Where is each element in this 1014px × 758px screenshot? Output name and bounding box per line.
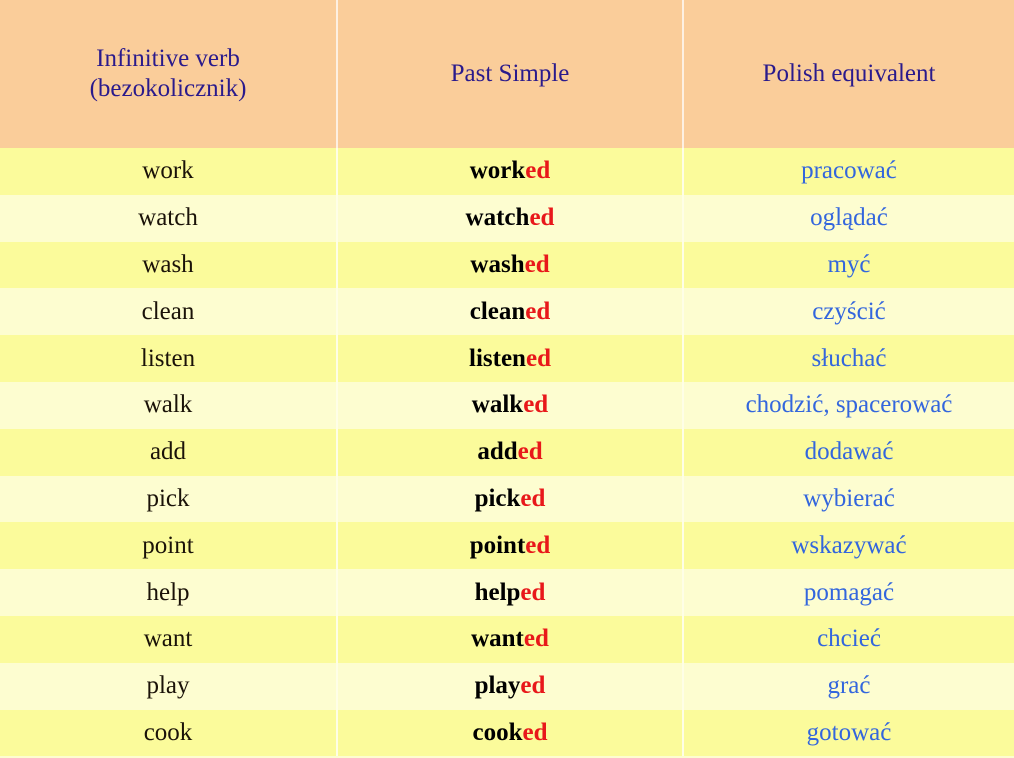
table-row: wash washed myć <box>0 241 1014 289</box>
past-suffix-ed: ed <box>517 438 543 466</box>
past-stem: listen <box>469 344 526 372</box>
cell-infinitive: add <box>0 428 338 476</box>
table-row: point pointed wskazywać <box>0 522 1014 570</box>
cell-polish-equivalent: pracować <box>683 148 1014 195</box>
cell-polish-equivalent: chodzić, spacerować <box>683 381 1014 429</box>
past-stem: work <box>469 157 526 185</box>
cell-infinitive: want <box>0 615 338 663</box>
cell-infinitive: point <box>0 522 338 570</box>
past-stem: clean <box>469 297 526 325</box>
cell-infinitive: walk <box>0 381 338 429</box>
past-stem: wash <box>470 250 525 278</box>
past-suffix-ed: ed <box>523 391 549 419</box>
past-suffix-ed: ed <box>525 344 551 372</box>
table-row: want wanted chcieć <box>0 615 1014 663</box>
table-body: work worked pracować watch watched oglądać was… <box>0 148 1014 757</box>
column-header-polish: Polish equivalent <box>683 0 1014 148</box>
cell-infinitive: clean <box>0 288 338 336</box>
past-stem: walk <box>471 391 524 419</box>
past-stem: add <box>477 438 518 466</box>
past-stem: help <box>474 578 521 606</box>
header-row: Infinitive verb (bezokolicznik) Past Sim… <box>0 0 1014 148</box>
past-suffix-ed: ed <box>524 250 550 278</box>
past-suffix-ed: ed <box>520 672 546 700</box>
table-row: work worked pracować <box>0 148 1014 195</box>
table-row: play played grać <box>0 662 1014 710</box>
table-row: walk walked chodzić, spacerować <box>0 381 1014 429</box>
table-row: cook cooked gotować <box>0 709 1014 757</box>
cell-polish-equivalent: słuchać <box>683 335 1014 382</box>
past-suffix-ed: ed <box>525 297 551 325</box>
cell-polish-equivalent: czyścić <box>683 288 1014 336</box>
cell-polish-equivalent: oglądać <box>683 194 1014 242</box>
cell-infinitive: pick <box>0 475 338 523</box>
cell-polish-equivalent: gotować <box>683 709 1014 757</box>
past-stem: pick <box>474 484 521 512</box>
table-row: add added dodawać <box>0 428 1014 476</box>
past-suffix-ed: ed <box>522 718 548 746</box>
cell-past-simple: pointed <box>337 522 684 570</box>
past-suffix-ed: ed <box>520 484 546 512</box>
cell-polish-equivalent: wskazywać <box>683 522 1014 570</box>
table-row: help helped pomagać <box>0 569 1014 616</box>
cell-infinitive: work <box>0 148 338 195</box>
past-suffix-ed: ed <box>525 157 551 185</box>
cell-past-simple: walked <box>337 381 684 429</box>
table-row: listen listened słuchać <box>0 335 1014 382</box>
cell-polish-equivalent: grać <box>683 662 1014 710</box>
column-header-past-simple: Past Simple <box>337 0 684 148</box>
cell-past-simple: helped <box>337 569 684 616</box>
cell-infinitive: listen <box>0 335 338 382</box>
cell-past-simple: wanted <box>337 615 684 663</box>
past-stem: watch <box>465 204 530 232</box>
cell-polish-equivalent: pomagać <box>683 569 1014 616</box>
cell-past-simple: cleaned <box>337 288 684 336</box>
cell-past-simple: watched <box>337 194 684 242</box>
cell-polish-equivalent: chcieć <box>683 615 1014 663</box>
table-row: watch watched oglądać <box>0 194 1014 242</box>
past-suffix-ed: ed <box>520 578 546 606</box>
table-row: pick picked wybierać <box>0 475 1014 523</box>
past-suffix-ed: ed <box>525 531 551 559</box>
past-stem: cook <box>472 718 523 746</box>
past-stem: play <box>474 672 521 700</box>
cell-polish-equivalent: myć <box>683 241 1014 289</box>
cell-infinitive: play <box>0 662 338 710</box>
past-stem: want <box>471 625 524 653</box>
column-header-past-simple-line1: Past Simple <box>450 59 570 87</box>
cell-past-simple: listened <box>337 335 684 382</box>
cell-infinitive: wash <box>0 241 338 289</box>
past-stem: point <box>469 531 526 559</box>
cell-past-simple: picked <box>337 475 684 523</box>
cell-infinitive: cook <box>0 709 338 757</box>
cell-past-simple: added <box>337 428 684 476</box>
table-row: clean cleaned czyścić <box>0 288 1014 336</box>
column-header-polish-line1: Polish equivalent <box>762 59 936 87</box>
past-simple-verb-table: Infinitive verb (bezokolicznik) Past Sim… <box>0 0 1014 757</box>
cell-infinitive: watch <box>0 194 338 242</box>
cell-polish-equivalent: dodawać <box>683 428 1014 476</box>
past-suffix-ed: ed <box>529 204 555 232</box>
past-suffix-ed: ed <box>523 625 549 653</box>
column-header-infinitive: Infinitive verb (bezokolicznik) <box>0 0 338 148</box>
cell-infinitive: help <box>0 569 338 616</box>
cell-polish-equivalent: wybierać <box>683 475 1014 523</box>
cell-past-simple: worked <box>337 148 684 195</box>
column-header-infinitive-line2: (bezokolicznik) <box>89 75 247 102</box>
table-header: Infinitive verb (bezokolicznik) Past Sim… <box>0 0 1014 148</box>
cell-past-simple: cooked <box>337 709 684 757</box>
cell-past-simple: washed <box>337 241 684 289</box>
column-header-infinitive-line1: Infinitive verb <box>96 44 240 72</box>
cell-past-simple: played <box>337 662 684 710</box>
